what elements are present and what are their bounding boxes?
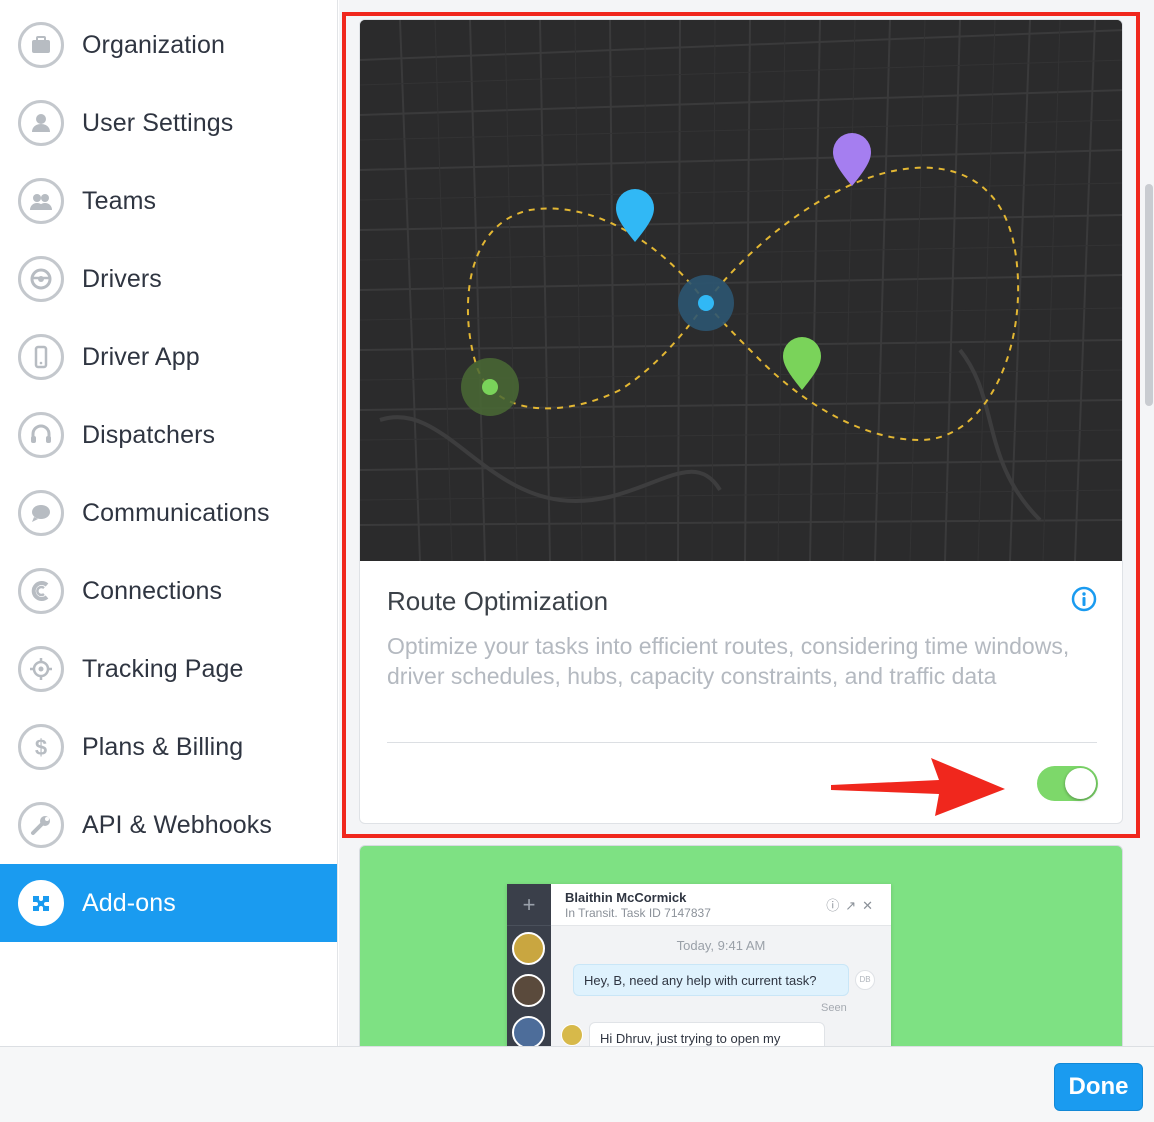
avatar: [512, 932, 545, 965]
dollar-icon: $: [18, 724, 64, 770]
connections-icon: [18, 568, 64, 614]
sidebar-item-label: Add-ons: [82, 888, 176, 917]
sidebar-item-label: Tracking Page: [82, 654, 244, 683]
route-optimization-toggle[interactable]: [1037, 766, 1098, 801]
sidebar-item-teams[interactable]: Teams: [0, 162, 337, 240]
sidebar-item-communications[interactable]: Communications: [0, 474, 337, 552]
sidebar-item-tracking-page[interactable]: Tracking Page: [0, 630, 337, 708]
puzzle-icon: [18, 880, 64, 926]
toggle-knob: [1065, 768, 1096, 799]
addon-description: Optimize your tasks into efficient route…: [387, 633, 1070, 689]
sidebar-item-api-webhooks[interactable]: API & Webhooks: [0, 786, 337, 864]
sidebar-item-user-settings[interactable]: User Settings: [0, 84, 337, 162]
sidebar-item-label: Driver App: [82, 342, 200, 371]
avatar: [561, 1024, 583, 1046]
chat-contact-status: In Transit. Task ID 7147837: [565, 906, 711, 920]
chat-body: Today, 9:41 AM Hey, B, need any help wit…: [551, 926, 891, 1046]
sidebar-item-organization[interactable]: Organization: [0, 6, 337, 84]
svg-text:$: $: [35, 735, 47, 760]
sidebar-item-label: Plans & Billing: [82, 732, 244, 761]
avatar: [512, 974, 545, 1007]
scrollbar[interactable]: [1142, 0, 1154, 1046]
plus-icon: +: [507, 884, 551, 926]
outgoing-message: Hey, B, need any help with current task?: [573, 964, 849, 996]
route-map-illustration: [360, 20, 1122, 562]
done-button[interactable]: Done: [1054, 1063, 1143, 1111]
annotation-arrow-icon: [829, 756, 1009, 818]
sidebar-item-label: Organization: [82, 30, 225, 59]
user-icon: [18, 100, 64, 146]
sidebar-item-add-ons[interactable]: Add-ons: [0, 864, 337, 942]
sidebar-item-label: Dispatchers: [82, 420, 216, 449]
sidebar-item-label: Drivers: [82, 264, 162, 293]
headset-icon: [18, 412, 64, 458]
chat-contact-name: Blaithin McCormick: [565, 890, 687, 905]
seen-status: Seen: [821, 1002, 847, 1014]
sidebar-item-label: Teams: [82, 186, 157, 215]
sidebar-item-label: API & Webhooks: [82, 810, 272, 839]
sidebar-item-label: User Settings: [82, 108, 234, 137]
dialog-footer: Done: [0, 1046, 1154, 1122]
info-icon[interactable]: [1071, 586, 1097, 612]
scrollbar-thumb[interactable]: [1145, 184, 1153, 406]
phone-icon: [18, 334, 64, 380]
chat-header: Blaithin McCormick In Transit. Task ID 7…: [551, 884, 891, 926]
sidebar-item-driver-app[interactable]: Driver App: [0, 318, 337, 396]
sidebar-item-dispatchers[interactable]: Dispatchers: [0, 396, 337, 474]
crosshair-icon: [18, 646, 64, 692]
sidebar-item-connections[interactable]: Connections: [0, 552, 337, 630]
chat-timestamp: Today, 9:41 AM: [676, 938, 766, 953]
sidebar-item-drivers[interactable]: Drivers: [0, 240, 337, 318]
chat-header-tools: ⓘ↗✕: [826, 898, 879, 913]
sidebar-item-plans-billing[interactable]: $ Plans & Billing: [0, 708, 337, 786]
settings-sidebar: Organization User Settings Teams Drivers…: [0, 0, 338, 1046]
chat-preview: + Blaithin McCormick In Transit. Task ID…: [507, 884, 891, 1046]
addons-panel: Route Optimization Optimize your tasks i…: [339, 0, 1154, 1046]
chat-bubble-icon: [18, 490, 64, 536]
wrench-icon: [18, 802, 64, 848]
sender-badge: DB: [855, 970, 875, 990]
addon-card-communications: + Blaithin McCormick In Transit. Task ID…: [359, 845, 1123, 1046]
avatar: [512, 1016, 545, 1046]
addon-title: Route Optimization: [387, 586, 609, 616]
briefcase-icon: [18, 22, 64, 68]
sidebar-item-label: Communications: [82, 498, 270, 527]
chat-rail: +: [507, 884, 551, 1046]
incoming-message: Hi Dhruv, just trying to open my trunk.: [589, 1022, 825, 1046]
team-icon: [18, 178, 64, 224]
addon-card-route-optimization: Route Optimization Optimize your tasks i…: [359, 19, 1123, 824]
divider: [387, 742, 1097, 743]
sidebar-item-label: Connections: [82, 576, 223, 605]
steering-wheel-icon: [18, 256, 64, 302]
